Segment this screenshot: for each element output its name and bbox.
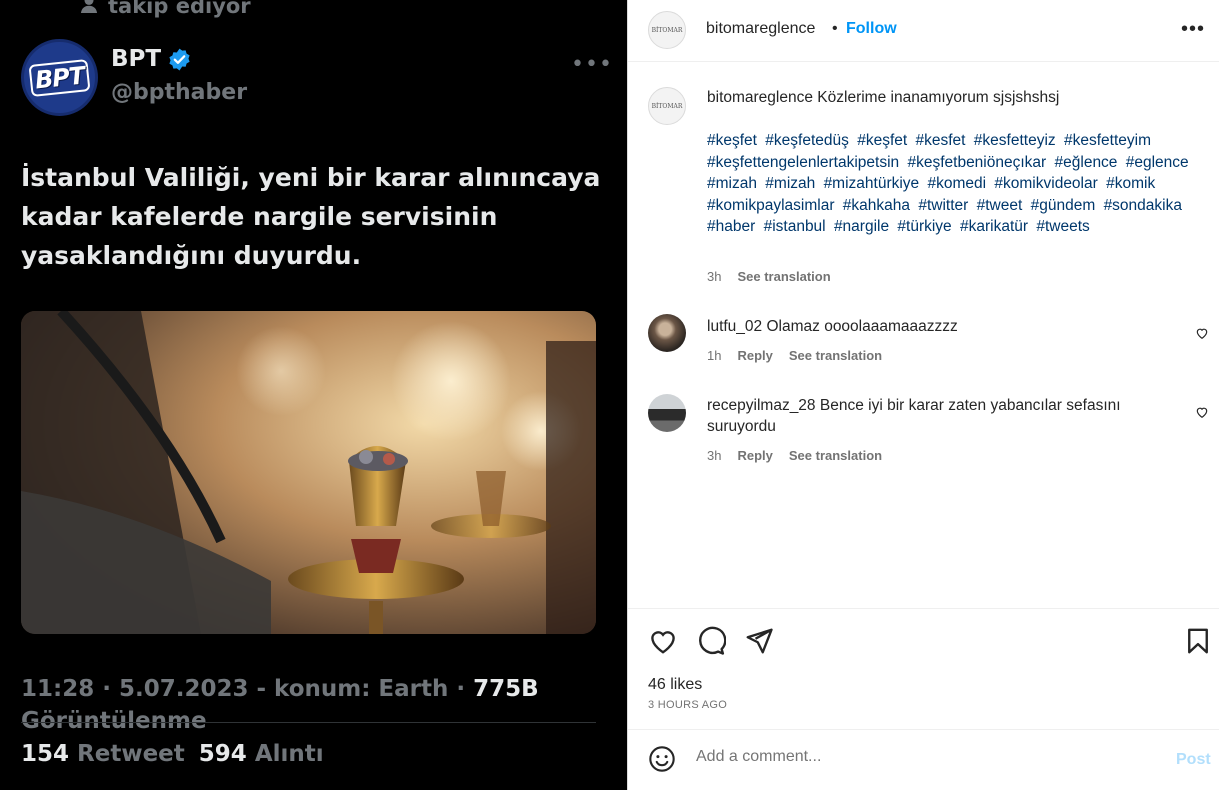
comment-meta: 1h Reply See translation	[707, 348, 882, 363]
see-translation-button[interactable]: See translation	[737, 269, 830, 284]
tweet-meta: 11:28 · 5.07.2023 - konum: Earth · 775B …	[21, 673, 601, 737]
hashtag-link[interactable]: #mizah	[707, 175, 757, 192]
more-options-icon[interactable]: •••	[1181, 18, 1205, 41]
hashtag-link[interactable]: #komikvideolar	[994, 175, 1097, 192]
separator-dot: •	[832, 20, 838, 37]
caption-username[interactable]: bitomareglence	[707, 89, 813, 106]
divider	[628, 729, 1219, 730]
tweet-stats: 154 Retweet 594 Alıntı	[21, 741, 324, 767]
commenter-avatar[interactable]	[648, 394, 686, 432]
person-icon	[80, 0, 98, 13]
author-avatar[interactable]: BİTOMAR	[648, 11, 686, 49]
avatar-logo: BPT	[28, 58, 91, 97]
tweet-views-count: 775B	[473, 676, 539, 702]
hashtag-link[interactable]: #keşfettengelenlertakipetsin	[707, 154, 899, 171]
hashtag-link[interactable]: #komik	[1106, 175, 1155, 192]
hashtag-link[interactable]: #keşfet	[857, 132, 907, 149]
hashtag-link[interactable]: #kesfet	[916, 132, 966, 149]
hashtag-link[interactable]: #türkiye	[897, 218, 951, 235]
comment-text: Olamaz oooolaaamaaazzzz	[766, 318, 958, 335]
hashtag-link[interactable]: #keşfet	[707, 132, 757, 149]
see-translation-button[interactable]: See translation	[789, 348, 882, 363]
tweet-author-name-row[interactable]: BPT	[111, 46, 192, 72]
post-time-ago: 3 HOURS AGO	[648, 699, 728, 711]
hashtag-link[interactable]: #kahkaha	[843, 197, 910, 214]
hashtag-link[interactable]: #istanbul	[764, 218, 826, 235]
caption-time: 3h	[707, 269, 722, 284]
comment-input[interactable]	[696, 748, 1156, 766]
save-bookmark-icon[interactable]	[1183, 626, 1213, 656]
hashtag-link[interactable]: #keşfetbeniöneçıkar	[907, 154, 1046, 171]
hashtag-link[interactable]: #eğlence	[1055, 154, 1118, 171]
hashtag-link[interactable]: #haber	[707, 218, 755, 235]
share-send-icon[interactable]	[744, 626, 774, 656]
comment-username[interactable]: lutfu_02	[707, 318, 762, 335]
tweet-views-label: Görüntülenme	[21, 708, 207, 734]
tweet-author-handle[interactable]: @bpthaber	[111, 80, 247, 105]
tweet-author-name[interactable]: BPT	[111, 46, 161, 72]
quote-label: Alıntı	[254, 741, 324, 767]
caption: bitomareglence Közlerime inanamıyorum sj…	[707, 87, 1207, 109]
instagram-post-panel: BİTOMAR bitomareglence • Follow ••• BİTO…	[627, 0, 1219, 790]
retweet-count: 154	[21, 741, 70, 767]
hashtag-link[interactable]: #eglence	[1126, 154, 1189, 171]
comment-meta: 3h Reply See translation	[707, 448, 882, 463]
quote-stat[interactable]: 594 Alıntı	[199, 741, 324, 767]
post-header: BİTOMAR bitomareglence • Follow •••	[628, 0, 1219, 62]
hashtag-link[interactable]: #nargile	[834, 218, 889, 235]
divider	[21, 722, 596, 723]
hashtag-link[interactable]: #tweets	[1036, 218, 1089, 235]
hashtag-list: #keşfet #keşfetedüş #keşfet #kesfet #kes…	[707, 130, 1207, 238]
retweet-stat[interactable]: 154 Retweet	[21, 741, 185, 767]
tweet-author-avatar[interactable]: BPT	[21, 39, 98, 116]
likes-count[interactable]: 46 likes	[648, 676, 702, 694]
emoji-icon[interactable]	[648, 745, 676, 773]
comment-time: 1h	[707, 348, 722, 363]
hashtag-link[interactable]: #sondakika	[1104, 197, 1182, 214]
caption-meta: 3h See translation	[707, 269, 831, 284]
quote-count: 594	[198, 741, 247, 767]
follow-note: takip ediyor	[80, 0, 251, 18]
avatar-text: BİTOMAR	[651, 26, 683, 34]
follow-button[interactable]: Follow	[846, 20, 897, 38]
caption-avatar[interactable]: BİTOMAR	[648, 87, 686, 125]
comment: recepyilmaz_28 Bence iyi bir karar zaten…	[707, 395, 1177, 437]
reply-button[interactable]: Reply	[737, 448, 772, 463]
hashtag-link[interactable]: #mizahtürkiye	[824, 175, 920, 192]
commenter-avatar[interactable]	[648, 314, 686, 352]
follow-note-text: takip ediyor	[108, 0, 251, 18]
like-comment-heart-icon[interactable]	[1195, 326, 1209, 340]
comment-username[interactable]: recepyilmaz_28	[707, 397, 816, 414]
hashtag-link[interactable]: #karikatür	[960, 218, 1028, 235]
tweet-photo-hookah[interactable]	[21, 311, 596, 634]
comment-bubble-icon[interactable]	[696, 626, 726, 656]
post-comment-button[interactable]: Post	[1176, 751, 1211, 769]
reply-button[interactable]: Reply	[737, 348, 772, 363]
tweet-screenshot: takip ediyor BPT BPT @bpthaber ••• İstan…	[0, 0, 627, 790]
like-comment-heart-icon[interactable]	[1195, 405, 1209, 419]
hashtag-link[interactable]: #tweet	[977, 197, 1023, 214]
hashtag-link[interactable]: #keşfetedüş	[765, 132, 849, 149]
hashtag-link[interactable]: #gündem	[1031, 197, 1096, 214]
hashtag-link[interactable]: #mizah	[765, 175, 815, 192]
divider	[628, 608, 1219, 609]
more-icon[interactable]: •••	[571, 52, 613, 77]
hashtag-link[interactable]: #kesfetteyim	[1064, 132, 1151, 149]
tweet-text: İstanbul Valiliği, yeni bir karar alının…	[21, 163, 601, 270]
like-heart-icon[interactable]	[648, 626, 678, 656]
caption-text: Közlerime inanamıyorum sjsjshshsj	[817, 89, 1060, 106]
verified-badge-icon	[169, 48, 190, 70]
comment: lutfu_02 Olamaz oooolaaamaaazzzz	[707, 316, 1177, 337]
hashtag-link[interactable]: #komedi	[928, 175, 987, 192]
hashtag-link[interactable]: #kesfetteyiz	[974, 132, 1056, 149]
see-translation-button[interactable]: See translation	[789, 448, 882, 463]
hookah-photo	[21, 311, 596, 634]
comment-time: 3h	[707, 448, 722, 463]
retweet-label: Retweet	[77, 741, 185, 767]
hashtag-link[interactable]: #komikpaylasimlar	[707, 197, 834, 214]
author-username[interactable]: bitomareglence	[706, 20, 815, 38]
avatar-text: BİTOMAR	[651, 102, 683, 110]
tweet-timestamp[interactable]: 11:28 · 5.07.2023 - konum: Earth ·	[21, 676, 473, 702]
hashtag-link[interactable]: #twitter	[918, 197, 968, 214]
